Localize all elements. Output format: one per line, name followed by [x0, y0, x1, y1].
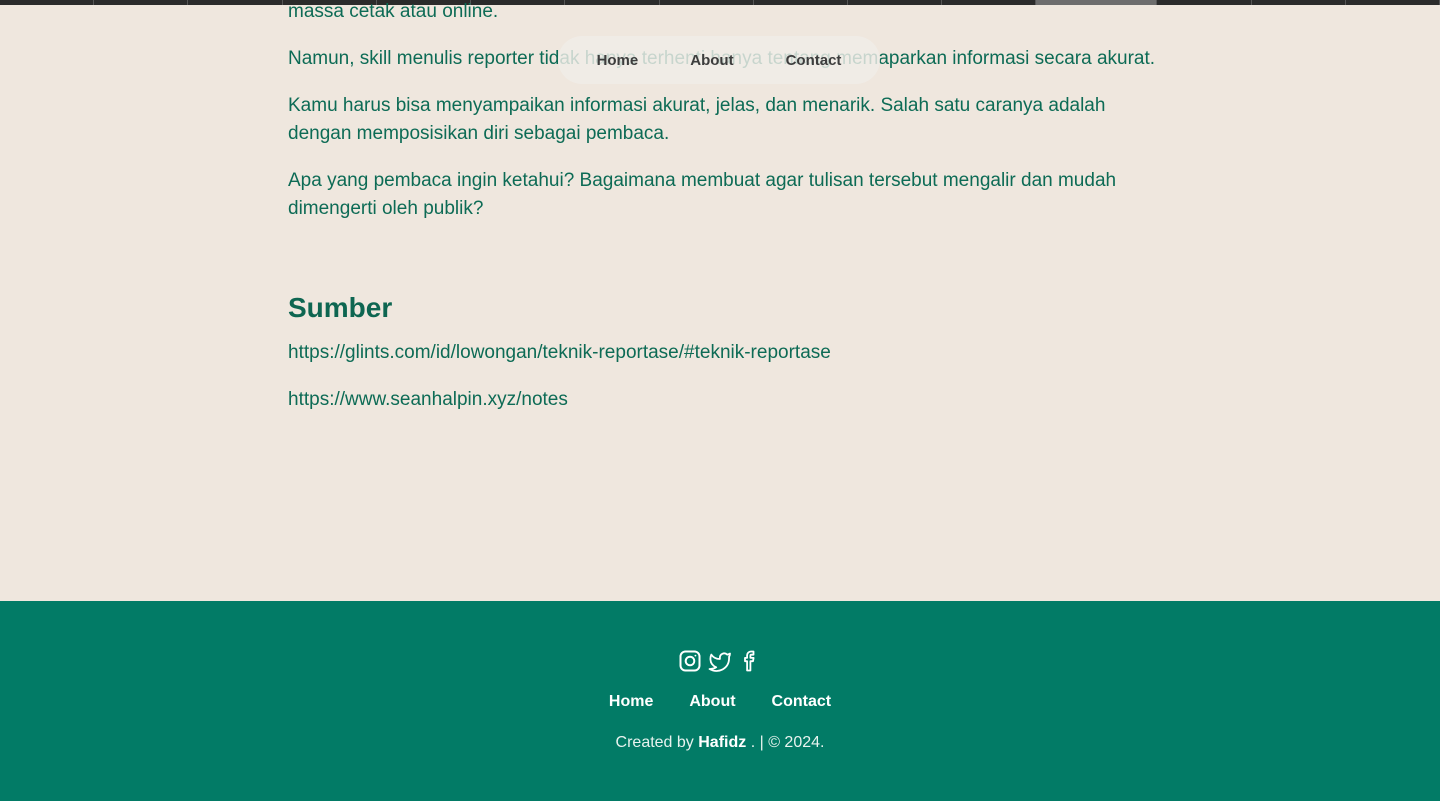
source-link[interactable]: https://glints.com/id/lowongan/teknik-re…	[288, 339, 831, 367]
twitter-icon[interactable]	[708, 649, 732, 673]
credit-suffix: . | © 2024.	[750, 734, 825, 751]
facebook-icon[interactable]	[738, 649, 762, 673]
article-paragraph: massa cetak atau online.	[288, 1, 499, 22]
floating-navbar: Home About Contact	[558, 36, 880, 84]
article-paragraph: Apa yang pembaca ingin ketahui? Bagaiman…	[288, 170, 1117, 219]
footer-credit: Created by Hafidz . | © 2024.	[0, 734, 1440, 752]
footer-about-link[interactable]: About	[689, 693, 735, 711]
page-footer: Home About Contact Created by Hafidz . |…	[0, 601, 1440, 801]
tab-segment[interactable]	[1346, 0, 1440, 5]
footer-home-link[interactable]: Home	[609, 693, 653, 711]
article-paragraph: Kamu harus bisa menyampaikan informasi a…	[288, 95, 1106, 144]
source-link[interactable]: https://www.seanhalpin.xyz/notes	[288, 386, 568, 414]
nav-about-link[interactable]: About	[690, 52, 733, 69]
credit-prefix: Created by	[615, 734, 694, 751]
tab-segment[interactable]	[94, 0, 189, 5]
instagram-icon[interactable]	[678, 649, 702, 673]
sources-heading: Sumber	[288, 292, 393, 323]
credit-author: Hafidz	[698, 734, 747, 751]
tab-segment[interactable]	[1252, 0, 1346, 5]
nav-contact-link[interactable]: Contact	[786, 52, 842, 69]
footer-nav: Home About Contact	[0, 693, 1440, 711]
tab-segment[interactable]	[1157, 0, 1252, 5]
nav-home-link[interactable]: Home	[597, 52, 639, 69]
footer-contact-link[interactable]: Contact	[772, 693, 832, 711]
tab-segment[interactable]	[188, 0, 283, 5]
tab-segment[interactable]	[0, 0, 95, 5]
social-links	[0, 649, 1440, 673]
